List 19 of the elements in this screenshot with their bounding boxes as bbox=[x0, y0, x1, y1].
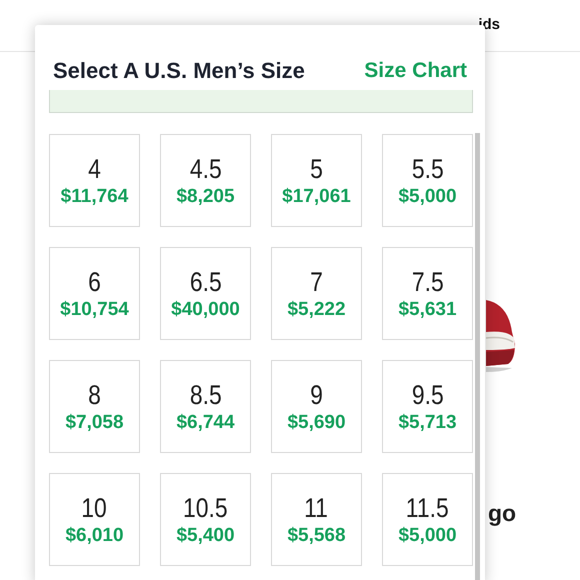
size-option[interactable]: 6.5 $40,000 bbox=[160, 247, 251, 340]
size-option[interactable]: 4.5 $8,205 bbox=[160, 134, 251, 227]
size-option[interactable]: 5.5 $5,000 bbox=[382, 134, 473, 227]
size-option[interactable]: 8.5 $6,744 bbox=[160, 360, 251, 453]
size-option[interactable]: 10.5 $5,400 bbox=[160, 473, 251, 566]
size-option[interactable]: 6 $10,754 bbox=[49, 247, 140, 340]
scrollbar[interactable] bbox=[475, 133, 480, 580]
size-option[interactable]: 9 $5,690 bbox=[271, 360, 362, 453]
size-option[interactable]: 10 $6,010 bbox=[49, 473, 140, 566]
size-option[interactable]: 9.5 $5,713 bbox=[382, 360, 473, 453]
size-option[interactable]: 7.5 $5,631 bbox=[382, 247, 473, 340]
size-option[interactable]: 11.5 $5,000 bbox=[382, 473, 473, 566]
size-option[interactable]: 8 $7,058 bbox=[49, 360, 140, 453]
heading-text: go bbox=[488, 500, 516, 527]
size-option[interactable]: 5 $17,061 bbox=[271, 134, 362, 227]
size-option[interactable]: 11 $5,568 bbox=[271, 473, 362, 566]
size-option[interactable]: 4 $11,764 bbox=[49, 134, 140, 227]
dialog-title: Select A U.S. Men’s Size bbox=[53, 58, 305, 84]
size-option[interactable]: 7 $5,222 bbox=[271, 247, 362, 340]
